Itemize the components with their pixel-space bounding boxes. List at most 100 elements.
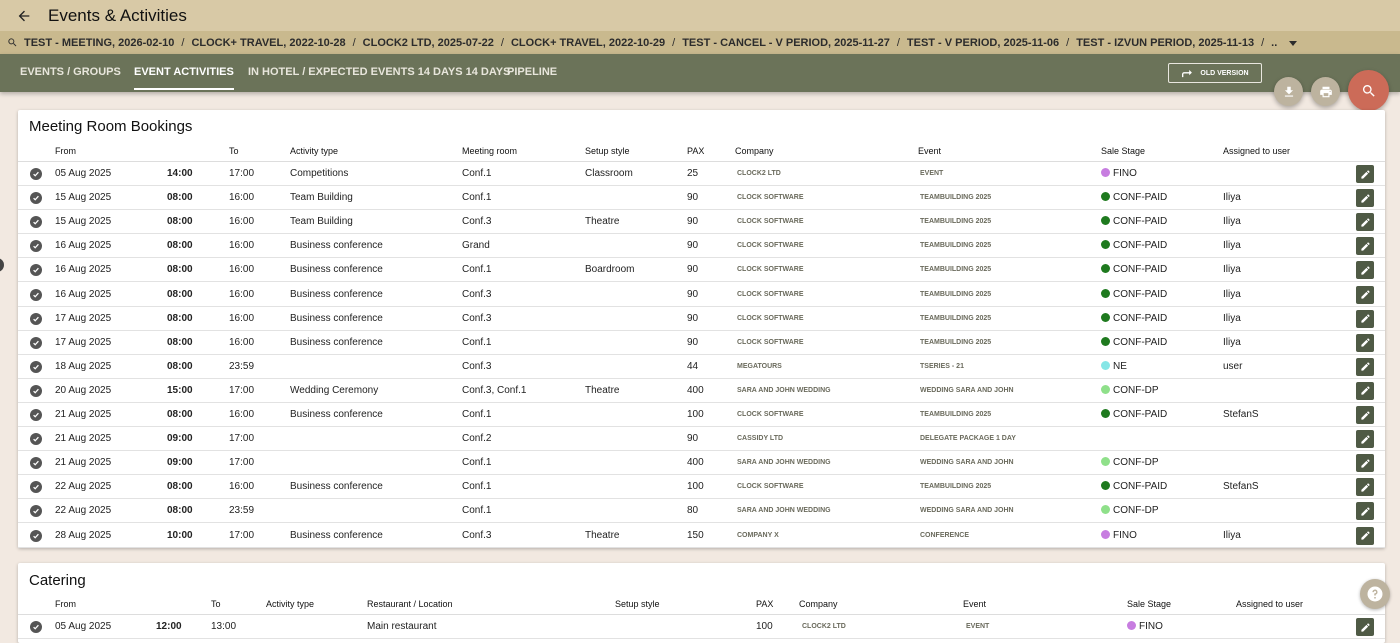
edit-button[interactable] (1356, 357, 1374, 376)
edit-button[interactable] (1356, 381, 1374, 400)
tab-in-hotel-expected[interactable]: IN HOTEL / EXPECTED EVENTS 14 DAYS 14 DA… (248, 54, 510, 92)
table-row[interactable]: 17 Aug 2025 08:00 16:00 Business conference… (18, 307, 1385, 331)
column-header[interactable]: Setup style (615, 599, 660, 609)
download-button[interactable] (1274, 77, 1303, 106)
edit-button[interactable] (1356, 430, 1374, 449)
column-header[interactable]: Event (918, 146, 941, 156)
column-header[interactable]: Activity type (266, 599, 314, 609)
column-header[interactable]: From (55, 599, 76, 609)
pencil-icon (1360, 386, 1370, 396)
table-row[interactable]: 17 Aug 2025 08:00 16:00 Business conference… (18, 331, 1385, 355)
room-cell: Conf.1 (462, 168, 492, 179)
recent-item[interactable]: TEST - CANCEL - V PERIOD, 2025-11-27 (680, 37, 892, 49)
check-circle-icon (30, 336, 42, 349)
column-header[interactable]: Event (963, 599, 986, 609)
search-icon[interactable] (0, 31, 22, 54)
pencil-icon (1360, 290, 1370, 299)
search-button[interactable] (1348, 70, 1389, 111)
edit-button[interactable] (1356, 333, 1374, 352)
tab-events-groups[interactable]: EVENTS / GROUPS (20, 54, 121, 92)
edit-button[interactable] (1356, 526, 1374, 545)
edit-button[interactable] (1356, 454, 1374, 473)
edit-button[interactable] (1356, 406, 1374, 424)
table-row[interactable]: 18 Aug 2025 08:00 23:59 Conf.3 44 MEGATOURS TS… (18, 355, 1385, 379)
expand-recent-button[interactable] (1281, 31, 1305, 54)
column-header[interactable]: Company (799, 599, 838, 609)
to-time-cell: 16:00 (229, 336, 255, 348)
edit-button[interactable] (1356, 478, 1374, 497)
company-cell: CLOCK SOFTWARE (737, 218, 804, 226)
column-header[interactable]: To (211, 599, 221, 609)
edit-button[interactable] (1356, 237, 1374, 256)
column-header[interactable]: Company (735, 146, 774, 156)
column-header[interactable]: Setup style (585, 146, 630, 156)
column-header[interactable]: Sale Stage (1127, 599, 1171, 609)
table-row[interactable]: 20 Aug 2025 15:00 17:00 Wedding Ceremony Con… (18, 379, 1385, 403)
table-row[interactable]: 16 Aug 2025 08:00 16:00 Business conference… (18, 283, 1385, 307)
edit-button[interactable] (1356, 502, 1374, 521)
company-cell: CLOCK2 LTD (802, 623, 846, 630)
column-header[interactable]: Sale Stage (1101, 146, 1145, 156)
recent-item[interactable]: TEST - MEETING, 2026-02-10 (22, 37, 176, 49)
table-row[interactable]: 15 Aug 2025 08:00 16:00 Team Building Conf.1… (18, 186, 1385, 211)
table-row[interactable]: 21 Aug 2025 09:00 17:00 Conf.2 90 CASSIDY LTD… (18, 427, 1385, 452)
column-header[interactable]: PAX (687, 146, 704, 156)
to-time-cell: 17:00 (229, 457, 255, 469)
edit-button[interactable] (1356, 285, 1374, 304)
side-drawer-handle[interactable] (0, 258, 4, 272)
column-header[interactable]: Activity type (290, 146, 338, 156)
column-header[interactable]: Assigned to user (1223, 146, 1290, 156)
edit-button[interactable] (1356, 309, 1374, 328)
table-row[interactable]: 05 Aug 2025 12:00 13:00 Main restaurant 100 C… (18, 615, 1385, 639)
column-header[interactable]: To (229, 146, 239, 156)
recent-item[interactable]: CLOCK2 LTD, 2025-07-22 (361, 37, 496, 49)
tab-pipeline[interactable]: PIPELINE (507, 54, 557, 92)
print-button[interactable] (1311, 77, 1340, 106)
date-cell: 16 Aug 2025 (55, 240, 112, 252)
table-row[interactable]: 16 Aug 2025 08:00 16:00 Business conference… (18, 234, 1385, 259)
column-header[interactable]: From (55, 146, 76, 156)
edit-button[interactable] (1356, 189, 1374, 208)
print-icon (1319, 86, 1332, 97)
recent-separator: / (1261, 36, 1265, 49)
event-cell: TEAMBUILDING 2025 (920, 218, 992, 226)
column-header[interactable]: PAX (756, 599, 773, 609)
table-row[interactable]: 22 Aug 2025 08:00 16:00 Business conference… (18, 475, 1385, 500)
column-header[interactable]: Assigned to user (1236, 599, 1303, 609)
edit-button[interactable] (1356, 618, 1374, 636)
date-cell: 22 Aug 2025 (55, 481, 112, 493)
back-button[interactable] (0, 0, 48, 31)
recent-item[interactable]: ..CASSIDY LTD, 2025-0 (1269, 37, 1277, 49)
sale-stage-label: CONF-PAID (1113, 409, 1168, 420)
edit-button[interactable] (1356, 213, 1374, 232)
sale-stage-label: CONF-DP (1113, 457, 1159, 469)
recent-item[interactable]: TEST - V PERIOD, 2025-11-06 (905, 37, 1061, 49)
room-cell: Conf.1 (462, 336, 492, 348)
help-button[interactable] (1360, 579, 1390, 609)
table-row[interactable]: 21 Aug 2025 09:00 17:00 Conf.1 400 SARA AND J… (18, 451, 1385, 476)
date-cell: 20 Aug 2025 (55, 384, 112, 396)
assigned-user-cell: Iliya (1223, 529, 1241, 541)
column-header[interactable]: Meeting room (462, 146, 517, 156)
activity-type-cell: Team Building (290, 216, 353, 228)
recent-item[interactable]: TEST - IZVUN PERIOD, 2025-11-13 (1074, 37, 1256, 49)
assigned-user-cell: Iliya (1223, 216, 1241, 228)
tab-event-activities[interactable]: EVENT ACTIVITIES (134, 54, 234, 92)
table-row[interactable]: 21 Aug 2025 08:00 16:00 Business conference… (18, 403, 1385, 427)
edit-button[interactable] (1356, 261, 1374, 280)
table-row[interactable]: 28 Aug 2025 10:00 17:00 Business conference… (18, 524, 1385, 548)
company-cell: CLOCK SOFTWARE (737, 266, 804, 274)
column-header[interactable]: Restaurant / Location (367, 599, 453, 609)
recent-item[interactable]: CLOCK+ TRAVEL, 2022-10-29 (509, 37, 667, 49)
table-row[interactable]: 05 Aug 2025 14:00 17:00 Competitions Conf.1 C… (18, 162, 1385, 186)
from-time-cell: 09:00 (167, 433, 193, 445)
recent-separator: / (352, 36, 356, 49)
recent-item[interactable]: CLOCK+ TRAVEL, 2022-10-28 (189, 37, 347, 49)
edit-button[interactable] (1356, 165, 1374, 183)
table-row[interactable]: 16 Aug 2025 08:00 16:00 Business conference… (18, 258, 1385, 283)
pencil-icon (1360, 434, 1370, 444)
old-version-button[interactable]: OLD VERSION (1168, 63, 1262, 83)
table-row[interactable]: 22 Aug 2025 08:00 23:59 Conf.1 80 SARA AND JO… (18, 499, 1385, 524)
table-row[interactable]: 15 Aug 2025 08:00 16:00 Team Building Conf.3… (18, 210, 1385, 235)
event-cell: EVENT (920, 170, 944, 177)
